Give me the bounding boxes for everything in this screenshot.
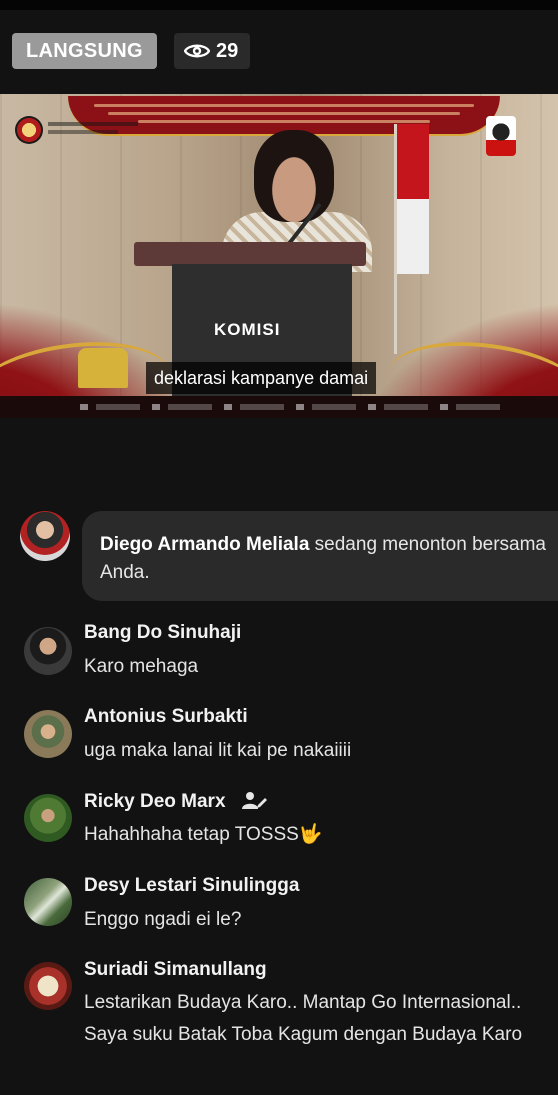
comment-author[interactable]: Suriadi Simanullang — [84, 959, 267, 981]
top-bar: LANGSUNG 29 — [0, 0, 558, 94]
podium-top — [134, 242, 366, 266]
comment-author[interactable]: Antonius Surbakti — [84, 706, 248, 728]
comment-text: uga maka lanai lit kai pe nakaiiii — [84, 740, 352, 761]
avatar-suriadi[interactable] — [24, 962, 72, 1010]
joined-notice: Diego Armando Meliala sedang menonton be… — [82, 511, 558, 601]
banner-text-line — [94, 104, 474, 107]
podium-label: KOMISI — [214, 320, 281, 339]
logo-caption — [48, 130, 118, 134]
viewer-count: 29 — [216, 40, 239, 62]
avatar-bang-do[interactable] — [24, 627, 72, 675]
avatar-ricky[interactable] — [24, 794, 72, 842]
user-edit-icon — [241, 792, 267, 809]
viewer-count-badge[interactable]: 29 — [174, 33, 251, 69]
banner-text-line — [138, 120, 430, 123]
podium — [172, 264, 352, 418]
comment-text: Hahahhaha tetap TOSSS🤟 — [84, 824, 323, 845]
comment-author-name: Ricky Deo Marx — [84, 791, 226, 812]
status-strip — [0, 0, 558, 10]
comment-text: Lestarikan Budaya Karo.. Mantap Go Inter… — [84, 992, 523, 1045]
comment-text: Enggo ngadi ei le? — [84, 909, 242, 930]
logo-caption — [48, 122, 138, 126]
banner-text-line — [108, 112, 460, 115]
live-badge: LANGSUNG — [12, 33, 157, 69]
comment-author[interactable]: Desy Lestari Sinulingga — [84, 875, 299, 897]
kpu-logo — [15, 116, 43, 144]
event-logo — [486, 116, 516, 156]
comment-author[interactable]: Bang Do Sinuhaji — [84, 622, 241, 644]
social-handles-strip — [80, 404, 500, 410]
comment-author[interactable]: Ricky Deo Marx — [84, 790, 267, 813]
joined-user-name[interactable]: Diego Armando Meliala — [100, 534, 309, 555]
joined-notice-text: Diego Armando Meliala sedang menonton be… — [100, 531, 546, 587]
eye-icon — [184, 44, 210, 58]
flag-white — [397, 199, 429, 274]
avatar-antonius[interactable] — [24, 710, 72, 758]
avatar-desy[interactable] — [24, 878, 72, 926]
indonesian-flag — [394, 124, 429, 354]
video-caption: deklarasi kampanye damai — [146, 362, 377, 394]
live-video-player[interactable]: KOMISI deklarasi kampanye damai — [0, 94, 558, 418]
flag-red — [397, 124, 429, 199]
comment-text: Karo mehaga — [84, 656, 199, 677]
avatar-diego[interactable] — [20, 511, 70, 561]
yellow-chair — [78, 348, 128, 388]
speaker-head — [254, 130, 334, 222]
